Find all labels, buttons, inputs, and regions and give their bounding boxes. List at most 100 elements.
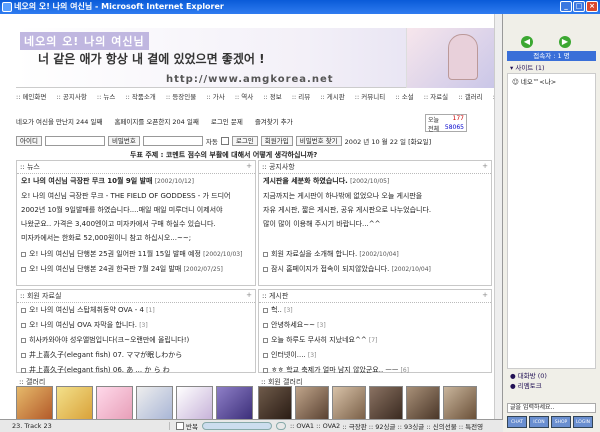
gallery-thumb[interactable] [406,386,440,419]
link-special[interactable]: :: 특전영 [459,421,483,431]
gallery-thumb[interactable] [96,386,133,419]
list-item[interactable]: 井上喜久子(elegant fish) 07. ママが眠しわから [17,348,255,363]
more-icon[interactable]: + [246,291,252,299]
list-item[interactable]: 오! 나의 여신님 스탑체취동약 OVA - 4 [1] [17,303,255,318]
nav-main[interactable]: :: 메인화면 [16,93,50,101]
nav-board[interactable]: :: 게시판 [320,93,348,101]
more-icon[interactable]: + [246,162,252,170]
repeat-checkbox[interactable] [176,422,184,430]
nav-lyrics[interactable]: :: 가사 [206,93,228,101]
chat-tool-button[interactable]: CHAT [507,416,527,428]
list-item[interactable]: 잠시 홈페이지가 접속이 되지않았습니다. [2002/10/04] [259,262,491,277]
poll-topic[interactable]: 두표 주제 : 코멘트 점수의 부활에 대해서 어떻게 생각하십니까? [130,150,317,160]
list-item[interactable]: 인터넷이.... [3] [259,348,491,363]
gallery-thumb[interactable] [369,386,403,419]
nav-archive[interactable]: :: 자료실 [424,93,452,101]
user-entry[interactable]: ☺ 네오™<나> [508,74,595,88]
back-arrow-icon[interactable]: ◀ [521,36,533,48]
gallery-thumb[interactable] [216,386,253,419]
chat-room-section[interactable]: ● 대화방 (0) [507,371,596,381]
close-button[interactable]: × [586,1,598,12]
news-body-line: 미자카에서는 한화로 52,000원이니 참고 하십시오...~~; [21,234,192,242]
site-url[interactable]: http://www.amgkorea.net [166,74,334,85]
news-headline[interactable]: 오! 나의 여신님 극장판 무크 10월 9일 발매 [2002/10/12] [17,174,255,189]
auto-login-checkbox[interactable] [220,137,229,145]
gallery-thumb[interactable] [295,386,329,419]
nav-history[interactable]: :: 역사 [235,93,257,101]
messenger-sidebar: ◀ ▶ 접속자 : 1 명 ▾ 사이트 (1) ☺ 네오™<나> ● 대화방 (… [503,14,600,432]
icon-tool-button[interactable]: ICON [529,416,549,428]
nav-community[interactable]: :: 커뮤니티 [355,93,389,101]
id-label: 아이디 [16,136,42,146]
gallery-thumb[interactable] [176,386,213,419]
list-item[interactable]: 히사카와아야 성우앨범입니다(크~오랜만에 올립니다!) [17,333,255,348]
nav-notice[interactable]: :: 공지사항 [56,93,90,101]
link-92single[interactable]: :: 92싱글 [369,421,396,431]
link-93single[interactable]: :: 93싱글 [398,421,425,431]
nav-characters[interactable]: :: 등장인물 [166,93,200,101]
list-item[interactable]: 오! 나의 여신님 단행본 25권 일어판 11월 15일 발매 예정 [200… [17,247,255,262]
gallery-thumb[interactable] [16,386,53,419]
pw-input[interactable] [142,136,203,146]
maximize-button[interactable]: □ [573,1,585,12]
more-icon[interactable]: + [482,162,488,170]
bullet-icon [263,251,268,257]
join-button[interactable]: 회원가입 [260,136,293,146]
remote-talk-section[interactable]: ● 리멤토크 [507,381,596,391]
login-button[interactable]: 로그인 [231,136,258,146]
news-panel: :: 뉴스 + 오! 나의 여신님 극장판 무크 10월 9일 발매 [2002/… [16,160,256,286]
minimize-button[interactable]: _ [560,1,572,12]
nav-news[interactable]: :: 뉴스 [97,93,119,101]
nav-gallery[interactable]: :: 갤러리 [458,93,486,101]
find-password-button[interactable]: 비밀번호 찾기 [295,136,342,146]
link-movie[interactable]: :: 극장판 [342,421,366,431]
link-gift[interactable]: :: 신의선물 [426,421,456,431]
list-item[interactable]: 안녕하세요~~ [3] [259,318,491,333]
nav-novel[interactable]: :: 소설 [395,93,417,101]
play-button[interactable] [275,422,286,430]
sites-section[interactable]: ▾ 사이트 (1) [507,63,596,73]
list-item[interactable]: 헉.. [3] [259,303,491,318]
forward-arrow-icon[interactable]: ▶ [559,36,571,48]
gallery-thumb[interactable] [136,386,173,419]
board-header: :: 게시판 + [259,290,491,303]
bullet-icon [263,352,268,358]
login-row: 아이디 비밀번호 자동 로그인 회원가입 비밀번호 찾기 2002 년 10 월… [16,135,500,147]
list-item[interactable]: 오! 나의 여신님 OVA 자막을 합니다. [3] [17,318,255,333]
online-count: 접속자 : 1 명 [507,51,596,61]
player-statusbar: 23. Track 23 반복 :: OVA1 :: OVA2 :: 극장판 :… [0,419,503,432]
list-item[interactable]: 오! 나의 여신님 단행본 24권 한국판 7월 24일 발매 [2002/07… [17,262,255,277]
days-homepage: 홈페이지를 오픈한지 204 일째 [114,118,199,126]
shop-tool-button[interactable]: SHOP [551,416,571,428]
notice-header: :: 공지사항 + [259,161,491,174]
top-navigation: :: 메인화면 :: 공지사항 :: 뉴스 :: 작품소개 :: 등장인물 ::… [16,91,500,102]
nav-info[interactable]: :: 정보 [263,93,285,101]
nav-review[interactable]: :: 리뷰 [292,93,314,101]
notice-headline[interactable]: 게시판을 세분화 하였습니다. [2002/10/05] [259,174,491,189]
gallery-thumb[interactable] [332,386,366,419]
more-icon[interactable]: + [482,291,488,299]
user-list: ☺ 네오™<나> [507,73,596,369]
page-scrollbar[interactable] [494,14,502,419]
members-panel: :: 회원 자료실 + 오! 나의 여신님 스탑체취동약 OVA - 4 [1] … [16,289,256,374]
gallery-thumb[interactable] [443,386,477,419]
link-ova2[interactable]: :: OVA2 [316,422,340,430]
chat-input[interactable]: 글을 입력하세요.. [507,403,596,413]
login-issue-link[interactable]: 로그인 문제 [211,116,243,126]
list-item[interactable]: 회원 자료실을 소개해 합니다. [2002/10/04] [259,247,491,262]
link-ova1[interactable]: :: OVA1 [290,422,314,430]
favorites-link[interactable]: 즐겨찾기 추가 [255,116,293,126]
nav-works[interactable]: :: 작품소개 [125,93,159,101]
list-item[interactable]: 오늘 하루도 무사히 지났네요^^ [7] [259,333,491,348]
pw-label: 비밀번호 [107,136,140,146]
id-input[interactable] [44,136,105,146]
repeat-label: 반복 [186,423,198,431]
login-tool-button[interactable]: LOGIN [573,416,593,428]
gallery-thumb[interactable] [56,386,93,419]
news-body-line: 오! 나의 여신님 극장판 무크 - THE FIELD OF GODDESS … [21,192,231,200]
volume-slider[interactable] [201,422,272,430]
gallery-thumb[interactable] [258,386,292,419]
bullet-icon [21,251,26,257]
site-slogan: 너 같은 애가 항상 내 곁에 있었으면 좋겠어 ! [38,52,265,66]
visit-counter: 오늘 177 전체 58065 [425,114,467,133]
